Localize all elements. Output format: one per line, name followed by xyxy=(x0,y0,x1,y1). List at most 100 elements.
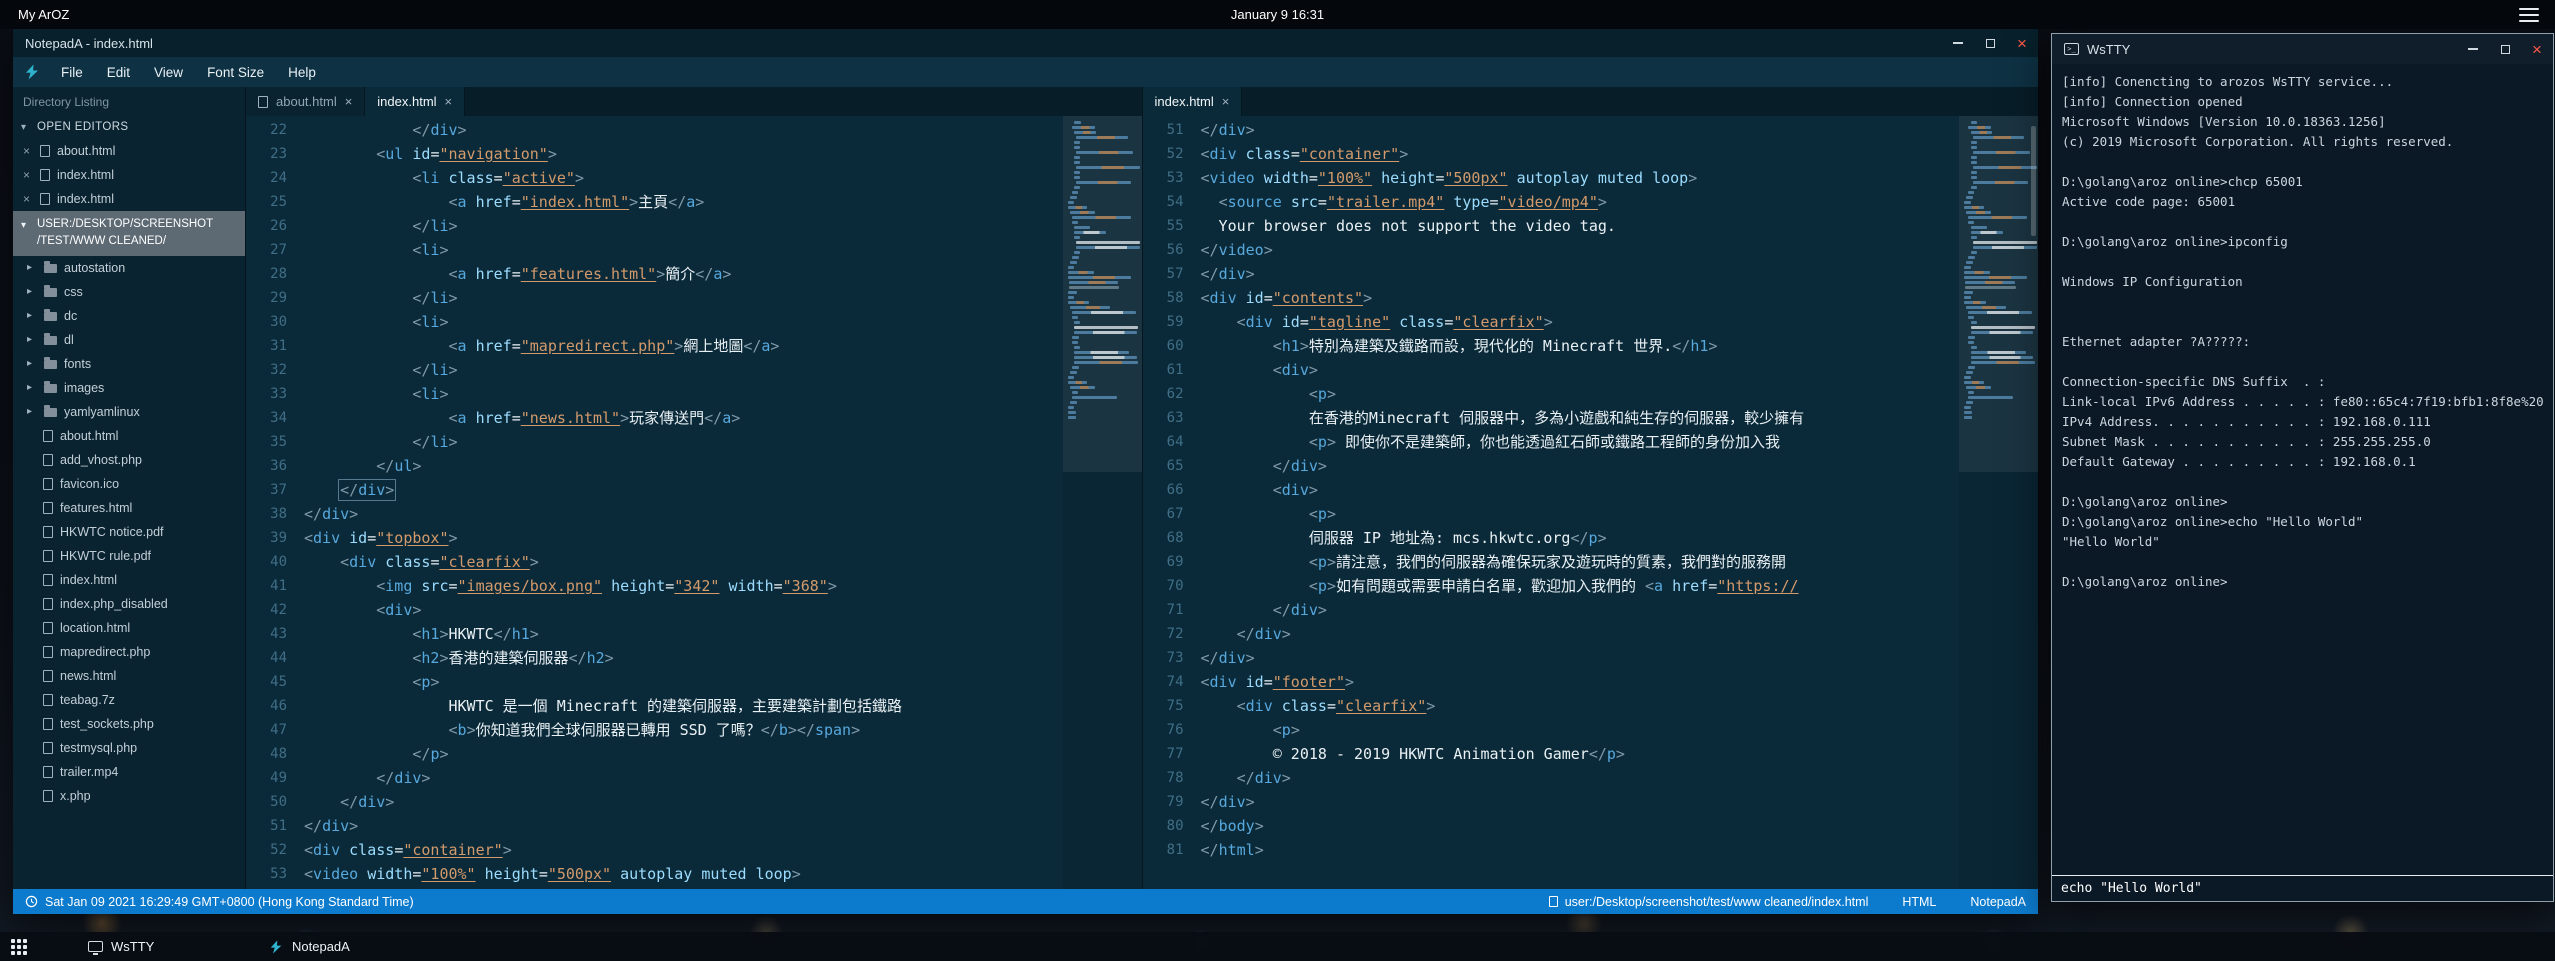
line-number: 79 xyxy=(1143,790,1201,814)
file-item[interactable]: about.html xyxy=(13,424,245,448)
code-line: 57</div> xyxy=(1143,262,1960,286)
code-text: <h1>特別為建築及鐵路而設，現代化的 Minecraft 世界.</h1> xyxy=(1201,334,1718,358)
taskbar-item-wstty[interactable]: WsTTY xyxy=(78,932,258,961)
menubar-items: FileEditViewFont SizeHelp xyxy=(49,61,328,84)
code-line: 42 <div> xyxy=(246,598,1063,622)
menu-item-edit[interactable]: Edit xyxy=(95,61,142,84)
menu-item-file[interactable]: File xyxy=(49,61,95,84)
open-editors-header[interactable]: ▾ OPEN EDITORS xyxy=(13,115,245,139)
code-line: 36 </ul> xyxy=(246,454,1063,478)
menu-item-help[interactable]: Help xyxy=(276,61,328,84)
terminal-input[interactable]: echo "Hello World" xyxy=(2052,875,2553,901)
minimize-button[interactable] xyxy=(1942,29,1974,57)
open-editor-item[interactable]: ×about.html xyxy=(13,139,245,163)
wstty-titlebar[interactable]: >_ WsTTY × xyxy=(2052,34,2553,64)
line-number: 81 xyxy=(1143,838,1201,862)
tab-index.html[interactable]: index.html× xyxy=(365,87,465,116)
file-item[interactable]: mapredirect.php xyxy=(13,640,245,664)
folder-icon xyxy=(44,384,57,393)
file-item[interactable]: test_sockets.php xyxy=(13,712,245,736)
code-text: <video width="100%" height="500px" autop… xyxy=(304,862,801,886)
file-item[interactable]: index.php_disabled xyxy=(13,592,245,616)
minimap-left[interactable] xyxy=(1063,116,1142,889)
file-item[interactable]: HKWTC notice.pdf xyxy=(13,520,245,544)
file-item[interactable]: index.html xyxy=(13,568,245,592)
notepada-titlebar[interactable]: NotepadA - index.html × xyxy=(13,29,2038,57)
code-line: 23 <ul id="navigation"> xyxy=(246,142,1063,166)
folder-item[interactable]: ▸yamlyamlinux xyxy=(13,400,245,424)
file-item[interactable]: location.html xyxy=(13,616,245,640)
open-editor-item[interactable]: ×index.html xyxy=(13,187,245,211)
code-text: <img src="images/box.png" height="342" w… xyxy=(304,574,837,598)
file-item[interactable]: favicon.ico xyxy=(13,472,245,496)
code-line: 50 </div> xyxy=(246,790,1063,814)
file-name: teabag.7z xyxy=(60,693,115,707)
minimap-right[interactable] xyxy=(1959,116,2038,889)
tab-index.html[interactable]: index.html× xyxy=(1143,87,1243,116)
minimize-button[interactable] xyxy=(2457,34,2489,64)
folder-item[interactable]: ▸dc xyxy=(13,304,245,328)
menu-item-view[interactable]: View xyxy=(142,61,195,84)
close-button[interactable]: × xyxy=(2006,29,2038,57)
line-number: 52 xyxy=(1143,142,1201,166)
scrollbar-thumb[interactable] xyxy=(2031,126,2036,236)
code-text: <div> xyxy=(1201,358,1318,382)
code-text: </body> xyxy=(1201,814,1264,838)
terminal-line: Subnet Mask . . . . . . . . . . . : 255.… xyxy=(2062,432,2543,452)
clock-icon xyxy=(25,895,38,908)
code-text: <div> xyxy=(304,598,421,622)
code-text: </p> xyxy=(304,742,449,766)
minimap-slider[interactable] xyxy=(1959,116,2038,472)
maximize-button[interactable] xyxy=(1974,29,2006,57)
maximize-button[interactable] xyxy=(2489,34,2521,64)
app-launcher-icon[interactable] xyxy=(8,937,30,957)
close-icon[interactable]: × xyxy=(23,168,33,182)
code-line: 61 <div> xyxy=(1143,358,1960,382)
minimap-slider[interactable] xyxy=(1063,116,1142,472)
folder-item[interactable]: ▸fonts xyxy=(13,352,245,376)
code-line: 81</html> xyxy=(1143,838,1960,862)
close-button[interactable]: × xyxy=(2521,34,2553,64)
terminal-line: IPv4 Address. . . . . . . . . . . : 192.… xyxy=(2062,412,2543,432)
code-text: <video width="100%" height="500px" autop… xyxy=(1201,166,1698,190)
folder-item[interactable]: ▸autostation xyxy=(13,256,245,280)
code-text: </li> xyxy=(304,214,458,238)
code-text: </div> xyxy=(304,790,394,814)
code-line: 73</div> xyxy=(1143,646,1960,670)
file-item[interactable]: HKWTC rule.pdf xyxy=(13,544,245,568)
notepada-statusbar: Sat Jan 09 2021 16:29:49 GMT+0800 (Hong … xyxy=(13,889,2038,914)
code-editor-right[interactable]: 51</div>52<div class="container">53<vide… xyxy=(1143,118,1960,889)
open-editor-item[interactable]: ×index.html xyxy=(13,163,245,187)
taskbar-item-notepada[interactable]: NotepadA xyxy=(258,932,438,961)
status-language[interactable]: HTML xyxy=(1902,895,1936,909)
chevron-down-icon: ▾ xyxy=(21,122,31,133)
close-tab-icon[interactable]: × xyxy=(345,94,353,109)
file-item[interactable]: features.html xyxy=(13,496,245,520)
file-item[interactable]: news.html xyxy=(13,664,245,688)
close-tab-icon[interactable]: × xyxy=(1222,94,1230,109)
workspace-folder-header[interactable]: ▾ USER:/DESKTOP/SCREENSHOT /TEST/WWW CLE… xyxy=(13,211,245,256)
code-text: <div class="container"> xyxy=(304,838,512,862)
folder-item[interactable]: ▸css xyxy=(13,280,245,304)
code-text: 在香港的Minecraft 伺服器中，多為小遊戲和純生存的伺服器，較少擁有 xyxy=(1201,406,1805,430)
file-item[interactable]: testmysql.php xyxy=(13,736,245,760)
line-number: 29 xyxy=(246,286,304,310)
folder-item[interactable]: ▸dl xyxy=(13,328,245,352)
file-item[interactable]: add_vhost.php xyxy=(13,448,245,472)
folder-item[interactable]: ▸images xyxy=(13,376,245,400)
file-item[interactable]: teabag.7z xyxy=(13,688,245,712)
tab-about.html[interactable]: about.html× xyxy=(246,87,365,116)
file-item[interactable]: x.php xyxy=(13,784,245,808)
hamburger-menu-icon[interactable] xyxy=(2519,8,2539,22)
file-item[interactable]: trailer.mp4 xyxy=(13,760,245,784)
code-text: <p> xyxy=(304,670,439,694)
code-editor-left[interactable]: 22 </div>23 <ul id="navigation">24 <li c… xyxy=(246,118,1063,889)
close-icon[interactable]: × xyxy=(23,192,33,206)
file-name: favicon.ico xyxy=(60,477,119,491)
folder-icon xyxy=(44,408,57,417)
close-tab-icon[interactable]: × xyxy=(445,94,453,109)
code-text: <ul id="navigation"> xyxy=(304,142,557,166)
code-line: 69 <p>請注意，我們的伺服器為確保玩家及遊玩時的質素，我們對的服務開 xyxy=(1143,550,1960,574)
menu-item-font-size[interactable]: Font Size xyxy=(195,61,276,84)
close-icon[interactable]: × xyxy=(23,144,33,158)
